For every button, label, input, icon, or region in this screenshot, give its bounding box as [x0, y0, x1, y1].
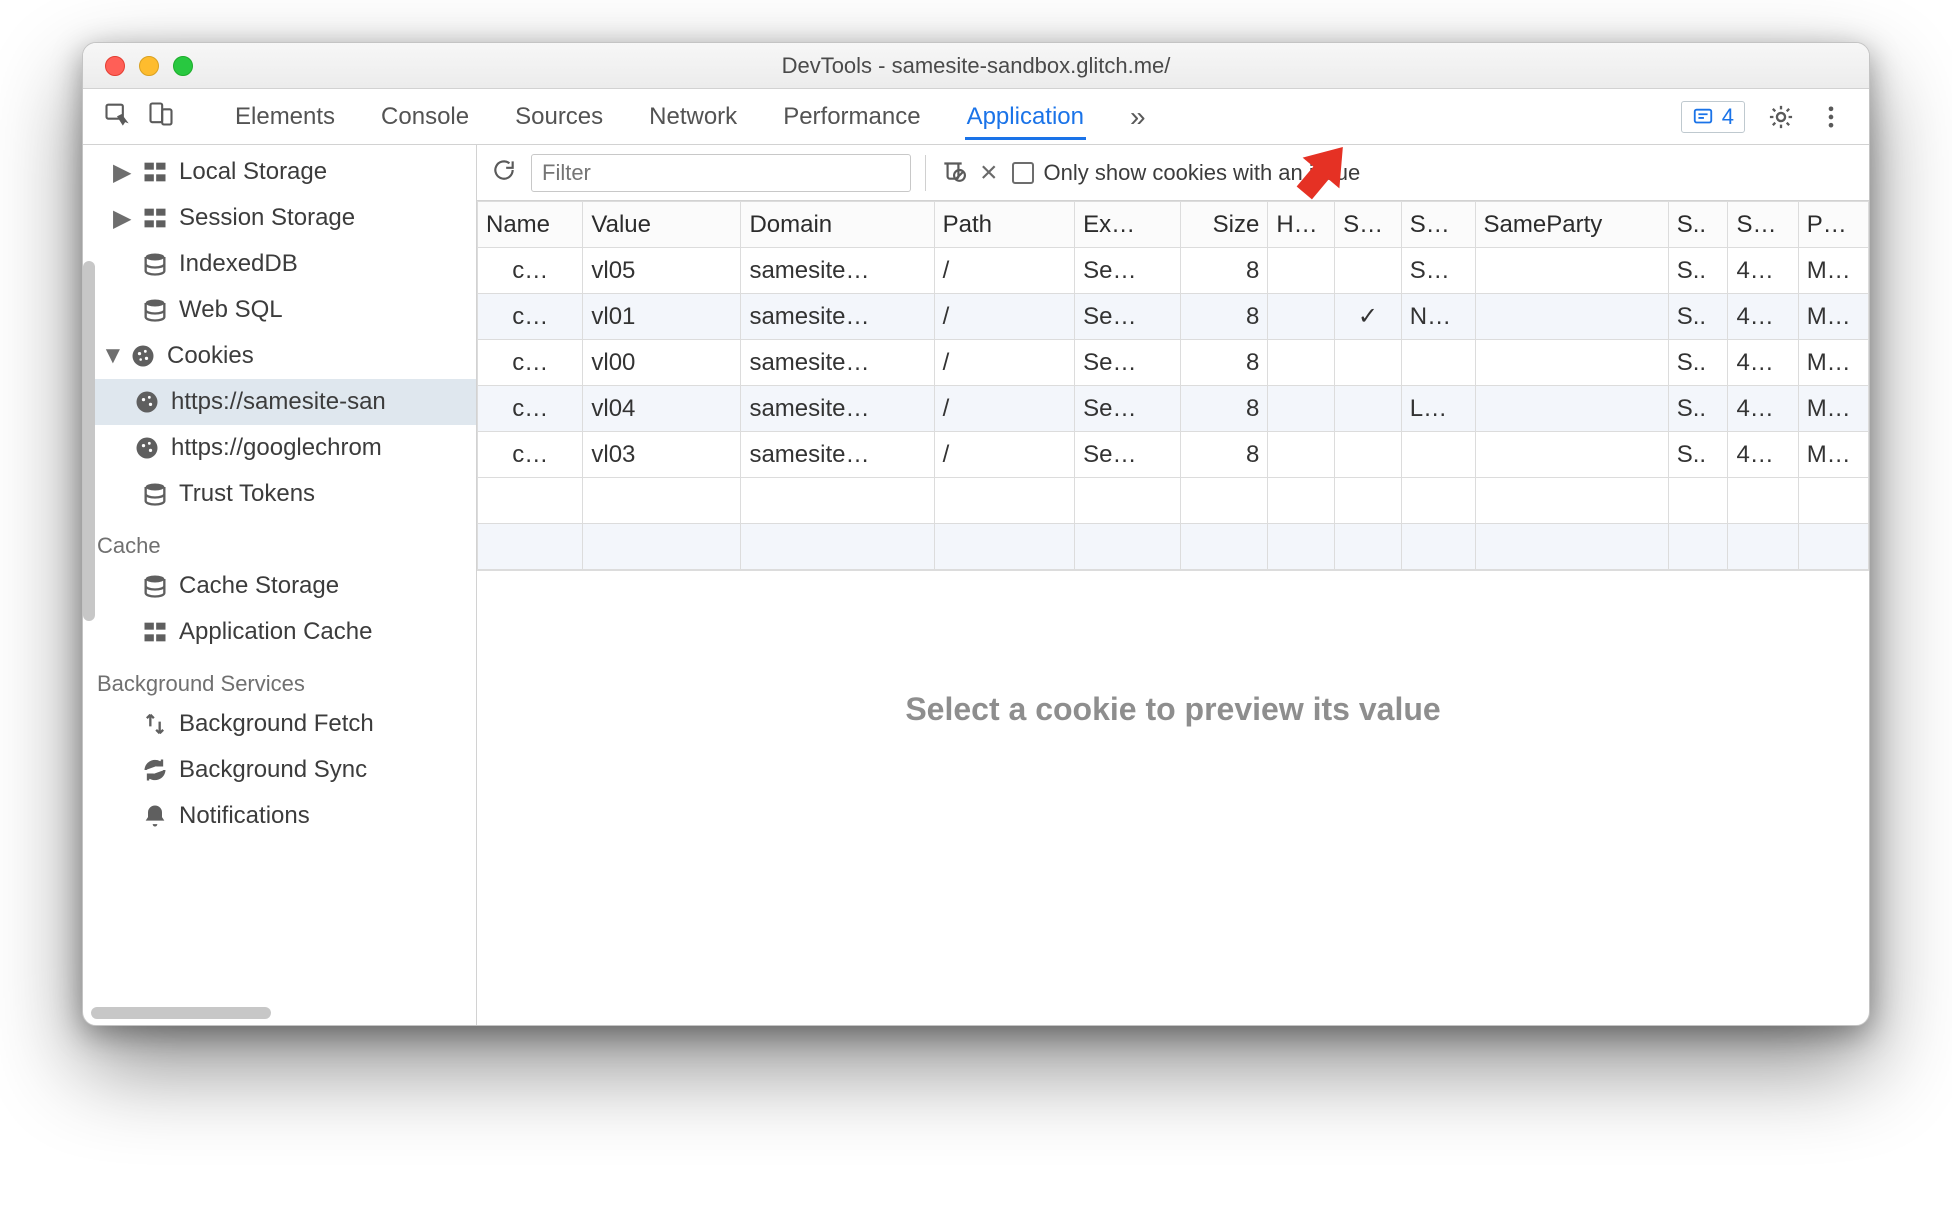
cookies-table: Name Value Domain Path Ex… Size H… S… S…… [477, 201, 1869, 570]
separator [925, 155, 926, 191]
col-x2[interactable]: S… [1728, 202, 1798, 248]
database-icon [141, 480, 169, 508]
sidebar-scrollbar[interactable] [83, 261, 95, 621]
sidebar-item-cookie-origin-1[interactable]: https://googlechrom [83, 425, 476, 471]
annotation-arrow-icon [1281, 133, 1361, 218]
tabs-overflow-icon[interactable]: » [1128, 95, 1148, 139]
checkbox-icon [1012, 162, 1034, 184]
label: Notifications [179, 802, 310, 830]
database-icon [141, 296, 169, 324]
filter-input[interactable] [531, 154, 911, 192]
label: Cache Storage [179, 572, 339, 600]
tab-console[interactable]: Console [379, 97, 471, 137]
sidebar-item-local-storage[interactable]: ▶Local Storage [83, 149, 476, 195]
col-name[interactable]: Name [478, 202, 583, 248]
col-domain[interactable]: Domain [741, 202, 934, 248]
device-toolbar-icon[interactable] [147, 100, 175, 133]
table-row[interactable]: c…vl00samesite…/Se…8S..4…M… [478, 340, 1869, 386]
sidebar-item-notifications[interactable]: Notifications [83, 793, 476, 839]
refresh-icon[interactable] [491, 157, 517, 188]
tab-performance[interactable]: Performance [781, 97, 922, 137]
table-row[interactable]: c…vl03samesite…/Se…8S..4…M… [478, 432, 1869, 478]
window-controls [83, 56, 193, 76]
table-row-empty [478, 524, 1869, 570]
sync-icon [141, 756, 169, 784]
cookies-filterbar: × Only show cookies with an issue [477, 145, 1869, 201]
panel-body: ▶Local Storage ▶Session Storage IndexedD… [83, 145, 1869, 1025]
label: Trust Tokens [179, 480, 315, 508]
col-x1[interactable]: S.. [1668, 202, 1728, 248]
clear-all-icon[interactable]: × [980, 156, 998, 190]
clear-filtered-icon[interactable] [940, 157, 966, 188]
settings-icon[interactable] [1767, 103, 1795, 131]
col-priority[interactable]: P… [1798, 202, 1868, 248]
sidebar-item-cookies[interactable]: ▼Cookies [83, 333, 476, 379]
cookie-icon [129, 342, 157, 370]
sidebar-item-appcache[interactable]: Application Cache [83, 609, 476, 655]
application-sidebar: ▶Local Storage ▶Session Storage IndexedD… [83, 145, 477, 1025]
storage-icon [141, 204, 169, 232]
tab-network[interactable]: Network [647, 97, 739, 137]
table-row-empty [478, 478, 1869, 524]
tab-application[interactable]: Application [965, 94, 1086, 140]
devtools-window: DevTools - samesite-sandbox.glitch.me/ E… [82, 42, 1870, 1026]
sidebar-section-bg: Background Services [83, 655, 476, 701]
table-row[interactable]: c…vl01samesite…/Se…8✓N…S..4…M… [478, 294, 1869, 340]
sidebar-item-bg-sync[interactable]: Background Sync [83, 747, 476, 793]
label: Cookies [167, 342, 254, 370]
sidebar-item-websql[interactable]: Web SQL [83, 287, 476, 333]
label: https://googlechrom [171, 434, 382, 462]
col-path[interactable]: Path [934, 202, 1075, 248]
close-window-button[interactable] [105, 56, 125, 76]
col-value[interactable]: Value [583, 202, 741, 248]
sidebar-horizontal-scrollbar[interactable] [91, 1007, 271, 1019]
sidebar-item-session-storage[interactable]: ▶Session Storage [83, 195, 476, 241]
label: https://samesite-san [171, 388, 386, 416]
cookie-icon [133, 388, 161, 416]
sidebar-item-trust-tokens[interactable]: Trust Tokens [83, 471, 476, 517]
titlebar: DevTools - samesite-sandbox.glitch.me/ [83, 43, 1869, 89]
table-row[interactable]: c…vl05samesite…/Se…8S…S..4…M… [478, 248, 1869, 294]
label: Session Storage [179, 204, 355, 232]
issues-badge[interactable]: 4 [1681, 101, 1745, 133]
sidebar-section-cache: Cache [83, 517, 476, 563]
table-header-row[interactable]: Name Value Domain Path Ex… Size H… S… S…… [478, 202, 1869, 248]
table-row[interactable]: c…vl04samesite…/Se…8L…S..4…M… [478, 386, 1869, 432]
label: Application Cache [179, 618, 372, 646]
storage-icon [141, 158, 169, 186]
label: Local Storage [179, 158, 327, 186]
bell-icon [141, 802, 169, 830]
database-icon [141, 572, 169, 600]
database-icon [141, 250, 169, 278]
tab-sources[interactable]: Sources [513, 97, 605, 137]
sidebar-item-cookie-origin-0[interactable]: https://samesite-san [83, 379, 476, 425]
col-size[interactable]: Size [1180, 202, 1268, 248]
col-expires[interactable]: Ex… [1075, 202, 1180, 248]
label: Background Sync [179, 756, 367, 784]
sidebar-item-bg-fetch[interactable]: Background Fetch [83, 701, 476, 747]
fetch-icon [141, 710, 169, 738]
cookie-icon [133, 434, 161, 462]
more-options-icon[interactable] [1817, 103, 1845, 131]
label: Background Fetch [179, 710, 374, 738]
issues-count: 4 [1722, 104, 1734, 130]
sidebar-item-indexeddb[interactable]: IndexedDB [83, 241, 476, 287]
label: Web SQL [179, 296, 283, 324]
panel-tabs: Elements Console Sources Network Perform… [191, 94, 1681, 140]
inspect-element-icon[interactable] [103, 100, 131, 133]
label: IndexedDB [179, 250, 298, 278]
cookies-pane: × Only show cookies with an issue Name [477, 145, 1869, 1025]
minimize-window-button[interactable] [139, 56, 159, 76]
col-sameparty[interactable]: SameParty [1475, 202, 1668, 248]
sidebar-item-cache-storage[interactable]: Cache Storage [83, 563, 476, 609]
zoom-window-button[interactable] [173, 56, 193, 76]
tab-elements[interactable]: Elements [233, 97, 337, 137]
col-samesite[interactable]: S… [1401, 202, 1475, 248]
storage-icon [141, 618, 169, 646]
devtools-toolbar: Elements Console Sources Network Perform… [83, 89, 1869, 145]
window-title: DevTools - samesite-sandbox.glitch.me/ [83, 53, 1869, 79]
cookie-preview-placeholder: Select a cookie to preview its value [477, 570, 1869, 1025]
